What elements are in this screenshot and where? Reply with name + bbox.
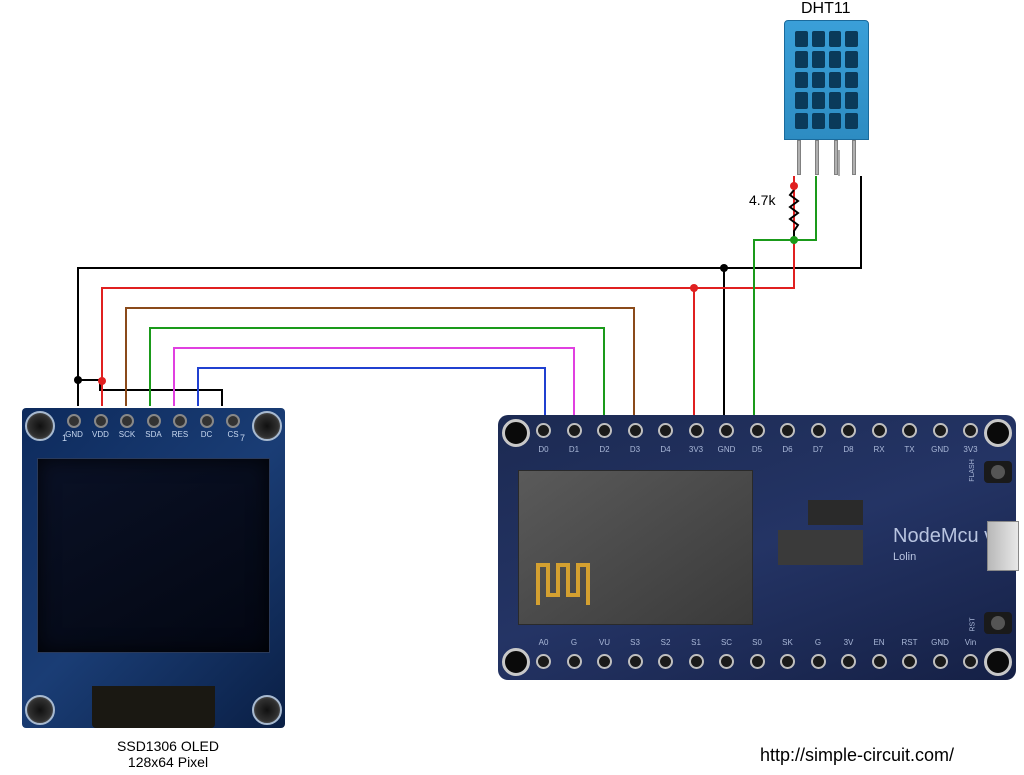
junction xyxy=(74,376,82,384)
dht-pin-nc xyxy=(834,140,838,175)
dht11-sensor xyxy=(784,20,869,180)
oled-pin-header: GND VDD SCK SDA RES DC CS xyxy=(67,414,240,434)
dht-pin-data xyxy=(815,140,819,175)
flash-button[interactable] xyxy=(984,461,1012,483)
oled-pin-sda: SDA xyxy=(145,430,161,439)
resistor-value-label: 4.7k xyxy=(749,192,775,208)
reset-button[interactable] xyxy=(984,612,1012,634)
ssd1306-oled: 1 7 GND VDD SCK SDA RES DC CS xyxy=(22,408,285,728)
oled-pin-res: RES xyxy=(172,430,188,439)
flash-button-label: FLASH xyxy=(969,459,976,482)
dht-pin-vcc xyxy=(797,140,801,175)
nodemcu-pins-top: D0 D1 D2 D3 D4 3V3 GND D5 D6 D7 D8 RX TX… xyxy=(536,423,978,441)
junction xyxy=(690,284,698,292)
oled-pin-dc: DC xyxy=(201,430,213,439)
dht-pin-gnd xyxy=(852,140,856,175)
junction xyxy=(98,377,106,385)
junction xyxy=(720,264,728,272)
dht11-body xyxy=(784,20,869,140)
junction xyxy=(790,182,798,190)
oled-subtitle-text: 128x64 Pixel xyxy=(93,754,243,770)
esp8266-module xyxy=(518,470,753,625)
reset-button-label: RST xyxy=(970,618,977,632)
oled-pin-sck: SCK xyxy=(119,430,135,439)
oled-pin-vdd: VDD xyxy=(92,430,109,439)
nodemcu-pins-bottom: A0 G VU S3 S2 S1 SC S0 SK G 3V EN RST GN… xyxy=(536,654,978,672)
oled-edge-number-7: 7 xyxy=(240,433,245,443)
junction xyxy=(790,236,798,244)
oled-title-text: SSD1306 OLED xyxy=(93,738,243,754)
nodemcu-v3-board: D0 D1 D2 D3 D4 3V3 GND D5 D6 D7 D8 RX TX… xyxy=(498,415,1016,680)
oled-pin-cs: CS xyxy=(227,430,238,439)
oled-screen xyxy=(37,458,270,653)
website-url: http://simple-circuit.com/ xyxy=(760,745,954,766)
micro-usb-port xyxy=(987,521,1019,571)
dht11-label: DHT11 xyxy=(801,0,851,18)
oled-pin-gnd: GND xyxy=(65,430,83,439)
wifi-antenna-icon xyxy=(533,560,593,610)
oled-caption: SSD1306 OLED 128x64 Pixel xyxy=(93,738,243,770)
